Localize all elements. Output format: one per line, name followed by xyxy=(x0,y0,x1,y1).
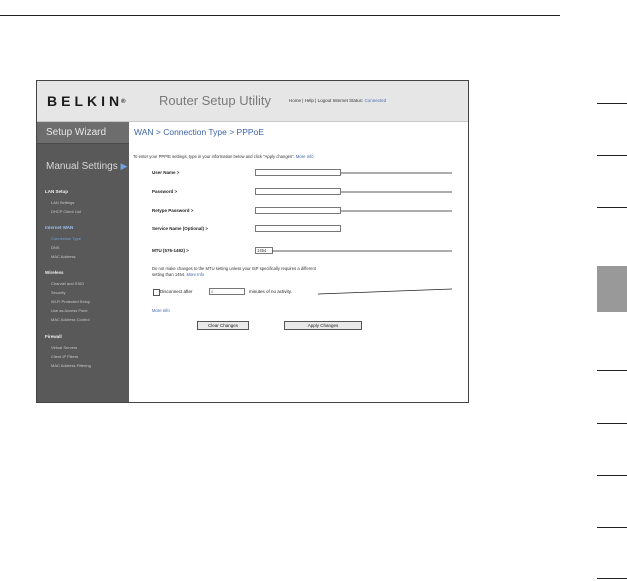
sidebar-group-wireless: Wireless xyxy=(45,270,64,275)
section-tick xyxy=(597,475,627,476)
internet-status-value: Connected xyxy=(364,98,387,103)
user-name-input[interactable] xyxy=(255,169,341,176)
sidebar-item-mac-address[interactable]: MAC Address xyxy=(51,254,75,259)
sidebar-item-connection-type[interactable]: Connection Type xyxy=(51,236,81,241)
sidebar-item-mac-control[interactable]: MAC Address Control xyxy=(51,317,89,322)
utility-header: BELKIN® Router Setup Utility Home | Help… xyxy=(37,81,468,122)
current-section-tab xyxy=(597,266,627,312)
password-input[interactable] xyxy=(255,188,341,195)
mtu-input[interactable]: 1454 xyxy=(255,247,273,254)
sidebar-item-lan-settings[interactable]: LAN Settings xyxy=(51,200,74,205)
intro-text: To enter your PPP/E settings, type in yo… xyxy=(133,154,314,159)
arrow-right-icon: ▶ xyxy=(120,161,128,171)
section-tick xyxy=(597,423,627,424)
section-tick xyxy=(597,155,627,156)
page-title: WAN > Connection Type > PPPoE xyxy=(134,127,264,137)
internet-status-label: Internet Status: xyxy=(332,98,364,103)
intro-more-info-link[interactable]: More Info xyxy=(296,154,314,159)
sidebar-item-dhcp-client-list[interactable]: DHCP Client List xyxy=(51,209,81,214)
user-name-label: User Name > xyxy=(152,170,180,175)
router-screenshot: BELKIN® Router Setup Utility Home | Help… xyxy=(36,80,469,403)
more-info-link[interactable]: More Info xyxy=(152,308,170,313)
section-tick xyxy=(597,207,627,208)
clear-changes-button[interactable]: Clear Changes xyxy=(197,321,249,330)
sidebar-item-mac-filtering[interactable]: MAC Address Filtering xyxy=(51,363,91,368)
utility-title: Router Setup Utility xyxy=(159,93,271,108)
sidebar-item-virtual-servers[interactable]: Virtual Servers xyxy=(51,345,77,350)
sidebar-item-security[interactable]: Security xyxy=(51,290,65,295)
sidebar-item-dns[interactable]: DNS xyxy=(51,245,59,250)
pppoe-settings-panel: WAN > Connection Type > PPPoE To enter y… xyxy=(129,122,468,402)
header-links[interactable]: Home | Help | Logout Internet Status: Co… xyxy=(289,98,386,103)
apply-changes-button[interactable]: Apply Changes xyxy=(284,321,362,330)
sidebar-item-channel-ssid[interactable]: Channel and SSID xyxy=(51,281,84,286)
retype-password-input[interactable] xyxy=(255,207,341,214)
sidebar-item-client-ip-filters[interactable]: Client IP Filters xyxy=(51,354,78,359)
router-sidebar: Setup Wizard Manual Settings ▶ LAN Setup… xyxy=(37,122,129,402)
mtu-more-info-link[interactable]: More Info xyxy=(186,272,204,277)
sidebar-item-access-point[interactable]: Use as Access Point xyxy=(51,308,87,313)
section-tick xyxy=(597,103,627,104)
retype-password-label: Retype Password > xyxy=(152,208,194,213)
sidebar-item-wps[interactable]: Wi-Fi Protected Setup xyxy=(51,299,90,304)
sidebar-group-internet-wan: Internet WAN xyxy=(45,225,74,230)
section-tick xyxy=(597,578,627,579)
disconnect-checkbox[interactable] xyxy=(153,289,160,296)
sidebar-group-firewall: Firewall xyxy=(45,334,62,339)
brand-logo: BELKIN® xyxy=(47,93,126,109)
mtu-note: Do not make changes to the MTU setting u… xyxy=(152,266,316,277)
sidebar-group-lan: LAN Setup xyxy=(45,189,68,194)
service-name-label: Service Name (Optional) > xyxy=(152,226,208,231)
section-tick xyxy=(597,370,627,371)
disconnect-tail-text: minutes of no activity. xyxy=(249,289,292,294)
manual-settings-link[interactable]: Manual Settings ▶ xyxy=(37,148,129,184)
mtu-label: MTU (576-1492) > xyxy=(152,248,189,253)
setup-wizard-link[interactable]: Setup Wizard xyxy=(37,122,129,144)
service-name-input[interactable] xyxy=(255,225,341,232)
top-rule xyxy=(0,15,560,16)
password-label: Password > xyxy=(152,189,178,194)
section-tick xyxy=(597,527,627,528)
disconnect-label: Disconnect after xyxy=(160,289,193,294)
disconnect-minutes-input[interactable]: 0 xyxy=(209,288,245,295)
